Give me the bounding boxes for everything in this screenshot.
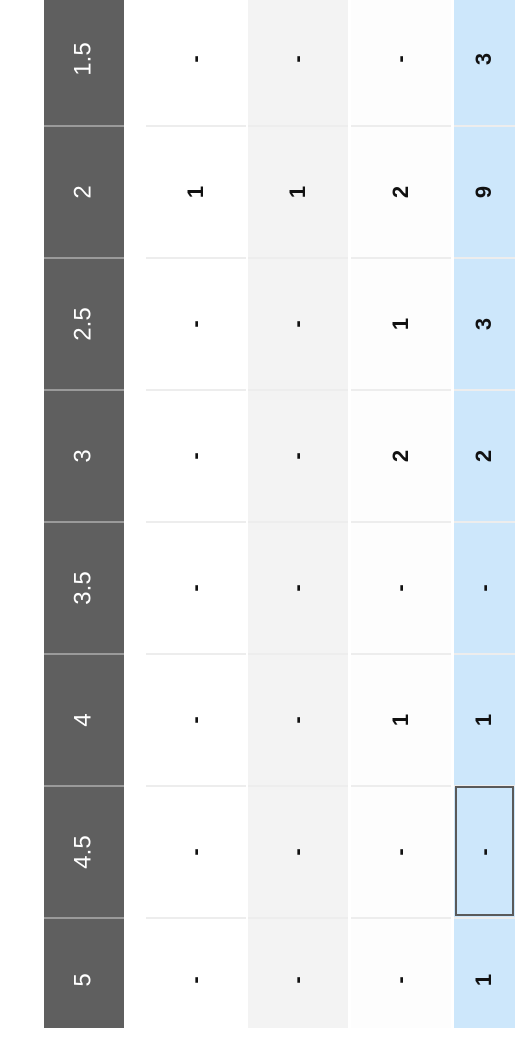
table-cell[interactable]: - (248, 257, 348, 389)
cell-value: 1 (388, 713, 413, 727)
table-cell[interactable]: - (248, 0, 348, 125)
header-label: 4.5 (70, 835, 97, 869)
table-cell[interactable]: - (248, 389, 348, 521)
total-value: 3 (471, 52, 497, 65)
header-cell-0[interactable]: 1.5 (44, 0, 124, 125)
total-value: 9 (471, 185, 497, 199)
table-cell[interactable]: - (248, 653, 348, 785)
total-value: - (471, 584, 497, 592)
cell-value: - (284, 848, 310, 856)
left-gutter (0, 0, 44, 1028)
table-cell[interactable]: - (248, 917, 348, 1040)
header-column: 1.5 2 2.5 3 3.5 4 4.5 5 (44, 0, 124, 1028)
total-cell[interactable]: 2 (454, 389, 515, 521)
table-cell[interactable]: - (248, 521, 348, 653)
header-label: 2.5 (70, 307, 97, 341)
total-cell[interactable]: - (454, 785, 515, 917)
cell-value: - (182, 584, 208, 592)
header-label: 3.5 (70, 571, 97, 605)
total-cell[interactable]: 9 (454, 125, 515, 257)
total-cell[interactable]: - (454, 521, 515, 653)
table-cell[interactable]: - (146, 389, 246, 521)
table-cell[interactable]: - (146, 0, 246, 125)
total-value: 1 (471, 713, 497, 727)
cell-value: - (182, 716, 208, 724)
table-cell[interactable]: - (146, 521, 246, 653)
data-column-1: - 1 - - - - - - (146, 0, 246, 1028)
header-cell-1[interactable]: 2 (44, 125, 124, 257)
cell-value: - (387, 584, 413, 592)
table-cell[interactable]: - (146, 785, 246, 917)
cell-value: - (182, 54, 208, 63)
header-label: 5 (69, 972, 97, 987)
cell-value: - (284, 584, 310, 592)
table-cell[interactable]: - (351, 521, 451, 653)
table-cell[interactable]: - (351, 0, 451, 125)
cell-value: - (284, 716, 310, 724)
cell-value: 1 (388, 317, 413, 331)
header-cell-7[interactable]: 5 (44, 917, 124, 1040)
total-cell[interactable]: 3 (454, 257, 515, 389)
table-cell[interactable]: 1 (351, 257, 451, 389)
cell-value: 2 (388, 185, 413, 199)
header-cell-4[interactable]: 3.5 (44, 521, 124, 653)
header-cell-5[interactable]: 4 (44, 653, 124, 785)
cell-value: - (387, 848, 413, 856)
cell-value: - (284, 975, 310, 984)
cell-value: - (284, 54, 310, 63)
table-cell[interactable]: 1 (146, 125, 246, 257)
total-value: 2 (471, 449, 497, 463)
table-cell[interactable]: 2 (351, 389, 451, 521)
cell-value: - (284, 452, 310, 460)
table-cell[interactable]: 2 (351, 125, 451, 257)
header-label: 4 (69, 713, 97, 727)
cell-value: - (387, 975, 413, 984)
table-cell[interactable]: - (146, 917, 246, 1040)
total-cell[interactable]: 1 (454, 653, 515, 785)
table-cell[interactable]: 1 (248, 125, 348, 257)
cell-value: 1 (183, 185, 208, 199)
table-cell[interactable]: - (351, 917, 451, 1040)
cell-value: 1 (285, 185, 310, 199)
totals-column: 3 9 3 2 - 1 - 1 (454, 0, 515, 1028)
header-label: 2 (69, 185, 97, 199)
cell-value: 2 (388, 449, 413, 463)
table-cell[interactable]: 1 (351, 653, 451, 785)
data-column-3: - 2 1 2 - 1 - - (351, 0, 451, 1028)
table-cell[interactable]: - (146, 257, 246, 389)
table-cell[interactable]: - (146, 653, 246, 785)
cell-value: - (182, 452, 208, 460)
header-cell-3[interactable]: 3 (44, 389, 124, 521)
cell-value: - (387, 54, 413, 63)
cell-value: - (182, 320, 208, 328)
table-cell[interactable]: - (248, 785, 348, 917)
total-value: 3 (471, 317, 497, 331)
data-column-2: - 1 - - - - - - (248, 0, 348, 1028)
header-cell-6[interactable]: 4.5 (44, 785, 124, 917)
total-cell[interactable]: 1 (454, 917, 515, 1040)
total-cell[interactable]: 3 (454, 0, 515, 125)
total-value: - (471, 848, 497, 856)
cell-value: - (284, 320, 310, 328)
header-label: 3 (69, 449, 97, 463)
header-label: 1.5 (70, 41, 97, 76)
table-cell[interactable]: - (351, 785, 451, 917)
cell-value: - (182, 975, 208, 984)
header-cell-2[interactable]: 2.5 (44, 257, 124, 389)
cell-value: - (182, 848, 208, 856)
total-value: 1 (471, 973, 497, 986)
